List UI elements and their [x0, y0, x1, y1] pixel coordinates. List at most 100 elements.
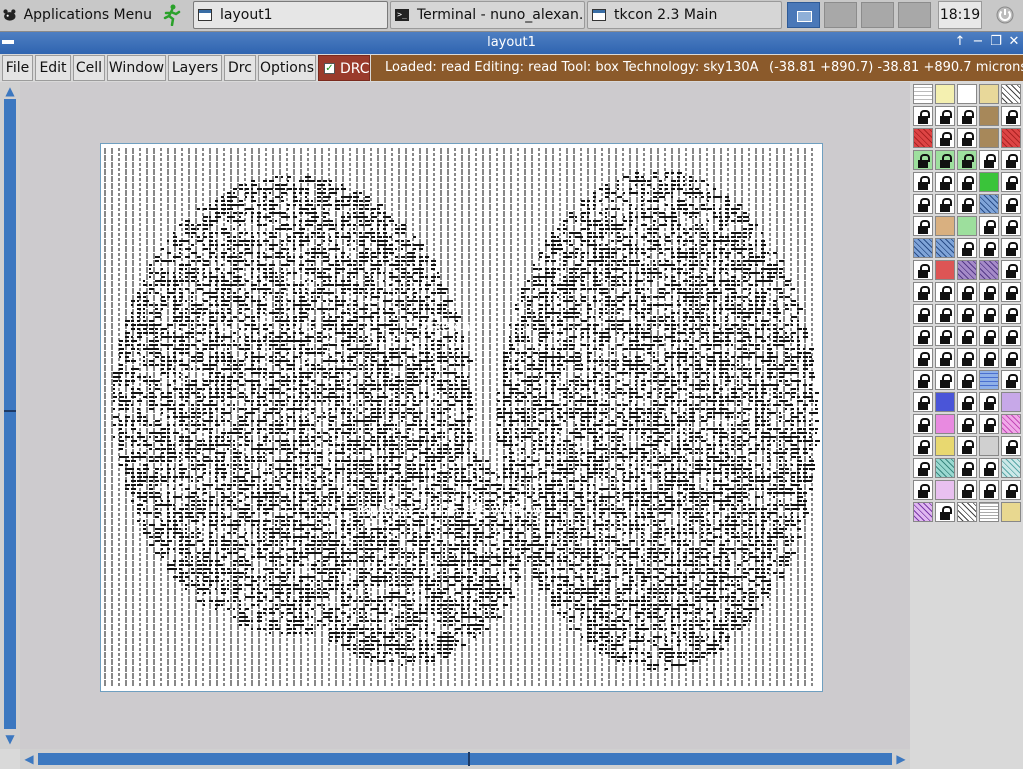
layout-shape	[197, 404, 200, 406]
layout-shape	[257, 404, 261, 406]
layout-shape	[653, 220, 656, 222]
layout-shape	[377, 364, 383, 366]
layout-shape	[515, 388, 518, 390]
maximize-icon[interactable]: ❐	[988, 34, 1004, 50]
layout-shape	[347, 244, 349, 246]
layout-shape	[263, 196, 267, 198]
task-tkcon[interactable]: tkcon 2.3 Main	[587, 1, 782, 29]
layout-shape	[665, 268, 667, 270]
layout-shape	[575, 324, 580, 326]
layout-shape	[497, 400, 500, 402]
scroll-down-icon[interactable]: ▼	[3, 732, 17, 746]
task-terminal[interactable]: >_ Terminal - nuno_alexan...	[390, 1, 585, 29]
layout-shape	[377, 344, 379, 346]
menu-cell[interactable]: Cell	[73, 55, 105, 81]
menu-options[interactable]: Options	[258, 55, 316, 81]
clock[interactable]: 18:19	[938, 1, 982, 29]
layout-shape	[713, 296, 717, 298]
layout-shape	[653, 232, 657, 234]
drc-toggle[interactable]: ✓ DRC	[318, 55, 370, 81]
layout-shape	[425, 448, 431, 450]
layout-shape	[293, 184, 295, 186]
layout-shape	[335, 192, 337, 194]
menu-window[interactable]: Window	[107, 55, 166, 81]
layout-shape	[449, 384, 453, 386]
layout-shape	[563, 348, 567, 350]
layout-shape	[263, 396, 266, 398]
close-icon[interactable]: ✕	[1006, 34, 1022, 50]
topmost-cell[interactable]: pixelcat Topmost cell in the window	[100, 143, 823, 692]
vertical-scroll-marker[interactable]	[4, 410, 16, 412]
layout-shape	[149, 392, 154, 394]
layout-shape	[215, 244, 218, 246]
power-icon[interactable]	[990, 1, 1020, 29]
window-titlebar[interactable]: layout1 ↑ − ❐ ✕	[0, 32, 1023, 54]
layout-shape	[797, 408, 799, 410]
layout-shape	[119, 424, 123, 426]
layout-shape	[641, 212, 646, 214]
layout-shape	[671, 280, 676, 282]
menu-file[interactable]: File	[2, 55, 33, 81]
layout-shape	[743, 348, 747, 350]
workspace-3[interactable]	[861, 2, 894, 28]
scroll-up-icon[interactable]: ▲	[3, 84, 17, 98]
layout-shape	[413, 264, 415, 266]
layout-shape	[425, 296, 430, 298]
layout-shape	[173, 432, 179, 434]
layout-shape	[365, 236, 369, 238]
layout-shape	[125, 464, 128, 466]
layout-shape	[353, 448, 356, 450]
layout-shape	[695, 300, 698, 302]
layout-shape	[557, 228, 560, 230]
layout-shape	[185, 308, 188, 310]
layout-shape	[569, 348, 574, 350]
layout-shape	[545, 300, 548, 302]
applications-menu-button[interactable]: Applications Menu	[2, 1, 152, 29]
layout-shape	[383, 228, 386, 230]
layout-shape	[713, 332, 719, 334]
drc-checkbox[interactable]: ✓	[324, 63, 335, 74]
layout-shape	[755, 428, 759, 430]
task-layout1[interactable]: layout1	[193, 1, 388, 29]
layout-shape	[791, 332, 796, 334]
layout-shape	[209, 340, 214, 342]
layout-shape	[413, 424, 417, 426]
workspace-4[interactable]	[898, 2, 931, 28]
layout-shape	[647, 380, 651, 382]
running-man-icon[interactable]	[156, 1, 186, 29]
layout-shape	[257, 340, 261, 342]
menu-edit[interactable]: Edit	[35, 55, 71, 81]
clock-label: 18:19	[939, 7, 981, 23]
layout-shape	[683, 192, 689, 194]
layout-shape	[239, 220, 245, 222]
layout-shape	[197, 400, 203, 402]
workspace-1[interactable]	[787, 2, 820, 28]
layout-shape	[209, 380, 214, 382]
layout-shape	[131, 380, 135, 382]
layout-shape	[245, 184, 247, 186]
layout-shape	[281, 424, 284, 426]
layout-shape	[773, 356, 778, 358]
arrow-up-icon[interactable]: ↑	[952, 34, 968, 50]
layout-canvas[interactable]: pixelcat Topmost cell in the window	[20, 82, 910, 749]
vertical-scrollbar[interactable]: ▲ ▼	[0, 82, 20, 749]
layout-shape	[695, 388, 701, 390]
vertical-scroll-track[interactable]	[4, 99, 16, 729]
workspace-2[interactable]	[824, 2, 857, 28]
layout-shape	[557, 320, 563, 322]
layout-shape	[293, 284, 298, 286]
minimize-icon[interactable]: −	[970, 34, 986, 50]
layout-shape	[515, 340, 520, 342]
layout-shape	[317, 248, 320, 250]
layout-shape	[431, 264, 436, 266]
menu-layers[interactable]: Layers	[168, 55, 222, 81]
layout-shape	[785, 440, 791, 442]
layout-shape	[161, 408, 163, 410]
layout-shape	[623, 368, 625, 370]
layout-shape	[563, 296, 565, 298]
menu-drc[interactable]: Drc	[224, 55, 256, 81]
layout-shape	[131, 420, 135, 422]
layout-shape	[653, 316, 656, 318]
layout-shape	[455, 440, 458, 442]
layout-shape	[227, 248, 231, 250]
